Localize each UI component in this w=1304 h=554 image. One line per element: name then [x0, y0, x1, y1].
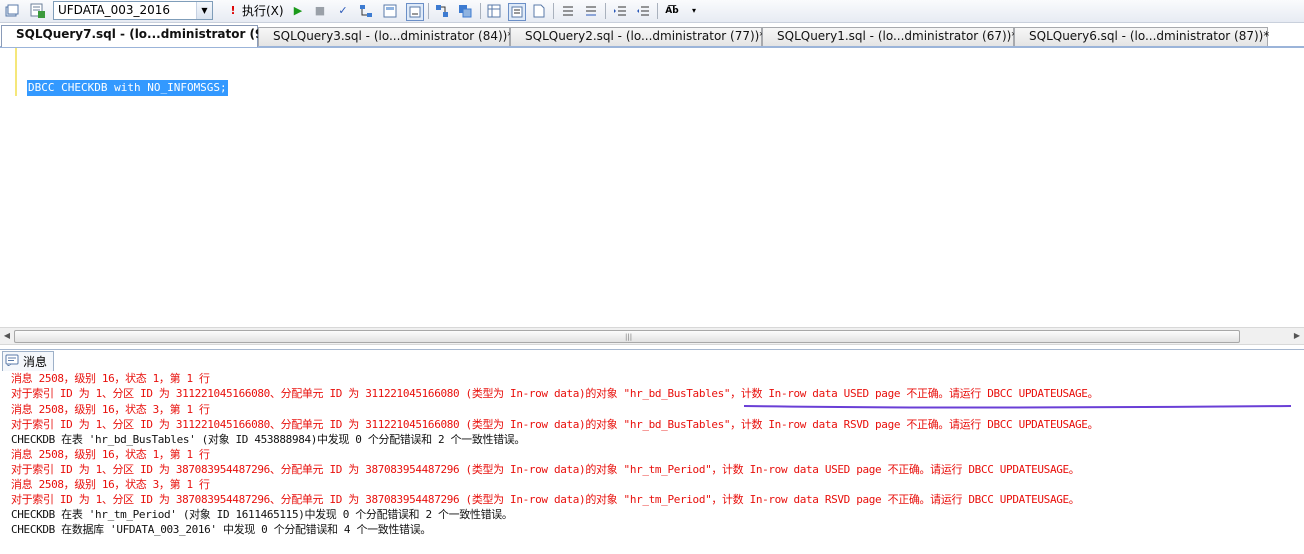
messages-pane[interactable]: 消息 2508，级别 16，状态 1，第 1 行对于索引 ID 为 1、分区 I…: [0, 371, 1304, 554]
toolbar-separator: [480, 3, 481, 19]
horizontal-scrollbar[interactable]: ◀ ||| ▶: [0, 327, 1304, 345]
message-line: CHECKDB 在表 'hr_bd_BusTables' (对象 ID 4538…: [11, 433, 526, 446]
message-line: 消息 2508，级别 16，状态 1，第 1 行: [11, 372, 210, 385]
uncomment-icon[interactable]: [583, 3, 599, 19]
tab-sqlquery3[interactable]: SQLQuery3.sql - (lo...dministrator (84))…: [258, 27, 514, 46]
message-line: 消息 2508，级别 16，状态 3，第 1 行: [11, 403, 210, 416]
connect-icon[interactable]: [30, 3, 46, 19]
toolbar-separator: [657, 3, 658, 19]
message-line: 消息 2508，级别 16，状态 3，第 1 行: [11, 478, 210, 491]
message-line: 对于索引 ID 为 1、分区 ID 为 311221045166080、分配单元…: [11, 387, 1099, 400]
options-icon[interactable]: [406, 3, 424, 21]
message-line: 对于索引 ID 为 1、分区 ID 为 311221045166080、分配单元…: [11, 418, 1099, 431]
annotation-underline: [743, 405, 1292, 409]
manage-icon[interactable]: [4, 3, 20, 19]
message-line: CHECKDB 在表 'hr_tm_Period' (对象 ID 1611465…: [11, 508, 513, 521]
tab-sqlquery7[interactable]: SQLQuery7.sql - (lo...dministrator (90))…: [1, 25, 289, 47]
document-tabs: SQLQuery7.sql - (lo...dministrator (90))…: [0, 24, 1304, 48]
results-to-file-icon[interactable]: [531, 3, 547, 19]
debug-icon[interactable]: ▶: [290, 3, 306, 19]
message-line: CHECKDB 在数据库 'UFDATA_003_2016' 中发现 0 个分配…: [11, 523, 431, 536]
toolbar-separator: [605, 3, 606, 19]
tab-label: SQLQuery2.sql - (lo...dministrator (77))…: [525, 29, 766, 43]
grip-icon: |||: [625, 333, 633, 341]
tab-label: SQLQuery6.sql - (lo...dministrator (87))…: [1029, 29, 1270, 43]
tab-label: SQLQuery1.sql - (lo...dministrator (67))…: [777, 29, 1018, 43]
message-line: 对于索引 ID 为 1、分区 ID 为 387083954487296、分配单元…: [11, 463, 1080, 476]
results-pane-header: 消息: [0, 349, 1304, 371]
execute-button[interactable]: 执行(X): [242, 3, 284, 19]
tab-sqlquery6[interactable]: SQLQuery6.sql - (lo...dministrator (87))…: [1014, 27, 1270, 46]
scroll-left-icon[interactable]: ◀: [0, 328, 14, 344]
messages-icon: [5, 353, 19, 371]
specify-values-icon[interactable]: A͞b: [664, 3, 680, 19]
tab-label: SQLQuery7.sql - (lo...dministrator (90))…: [16, 27, 289, 41]
comment-icon[interactable]: [560, 3, 576, 19]
toolbar-separator: [553, 3, 554, 19]
scroll-right-icon[interactable]: ▶: [1290, 328, 1304, 344]
database-select-value: UFDATA_003_2016: [58, 3, 171, 17]
scrollbar-thumb[interactable]: |||: [14, 330, 1240, 343]
tab-messages[interactable]: 消息: [2, 351, 55, 371]
results-text-icon[interactable]: [457, 3, 473, 19]
message-line: 消息 2508，级别 16，状态 1，第 1 行: [11, 448, 210, 461]
toolbar-overflow-icon[interactable]: ▾: [686, 3, 702, 19]
results-to-text-icon[interactable]: [508, 3, 526, 21]
toolbar-separator: [428, 3, 429, 19]
stop-icon[interactable]: ■: [312, 3, 328, 19]
tab-sqlquery1[interactable]: SQLQuery1.sql - (lo...dministrator (67))…: [762, 27, 1018, 46]
change-indicator: [15, 48, 17, 96]
exclamation-icon: !: [230, 4, 236, 17]
tab-sqlquery2[interactable]: SQLQuery2.sql - (lo...dministrator (77))…: [510, 27, 766, 46]
parse-icon[interactable]: ✓: [335, 3, 351, 19]
results-grid-icon[interactable]: [434, 3, 450, 19]
sql-editor[interactable]: DBCC CHECKDB with NO_INFOMSGS;: [0, 48, 1304, 326]
indent-icon[interactable]: [612, 3, 628, 19]
database-select[interactable]: UFDATA_003_2016 ▼: [53, 1, 213, 20]
chevron-down-icon[interactable]: ▼: [196, 2, 212, 19]
query-plan-icon[interactable]: [358, 3, 374, 19]
sql-statement[interactable]: DBCC CHECKDB with NO_INFOMSGS;: [27, 80, 228, 96]
toolbar: UFDATA_003_2016 ▼ ! 执行(X) ▶ ■ ✓ A͞b ▾: [0, 0, 1304, 23]
query-designer-icon[interactable]: [382, 3, 398, 19]
tab-label: SQLQuery3.sql - (lo...dministrator (84))…: [273, 29, 514, 43]
outdent-icon[interactable]: [635, 3, 651, 19]
results-to-grid-icon[interactable]: [486, 3, 502, 19]
messages-tab-label: 消息: [23, 354, 48, 369]
message-line: 对于索引 ID 为 1、分区 ID 为 387083954487296、分配单元…: [11, 493, 1080, 506]
